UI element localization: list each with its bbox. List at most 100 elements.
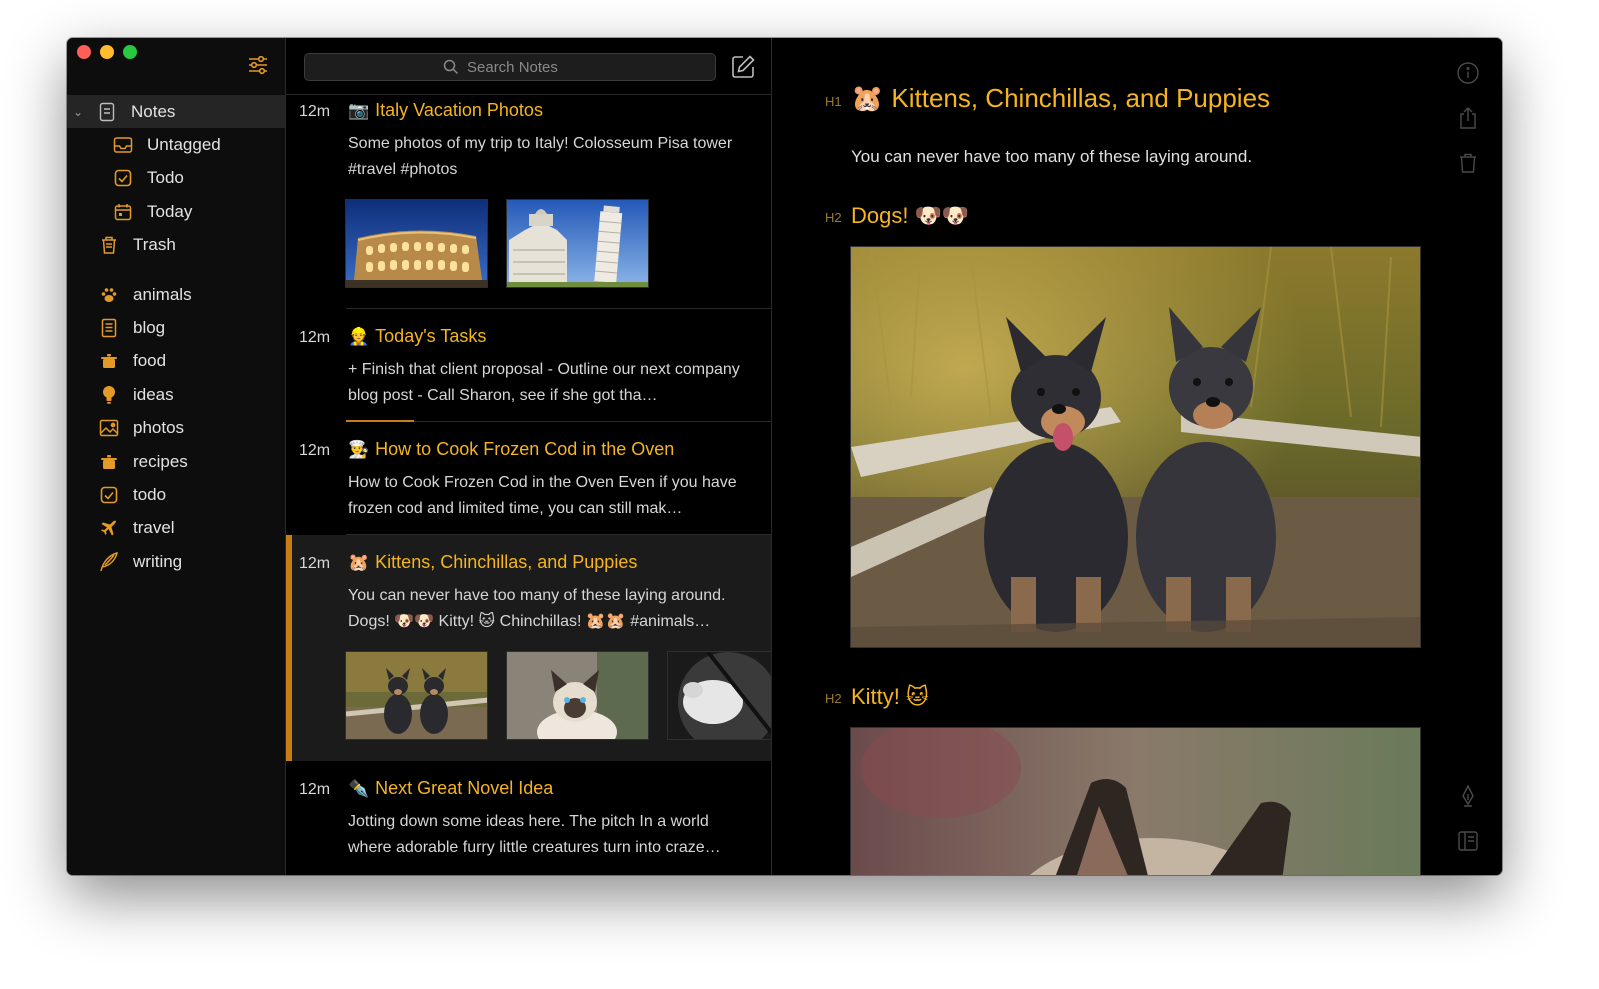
info-icon[interactable] [1456,61,1480,85]
sidebar-item-label: food [133,351,167,371]
sidebar-item-label: animals [133,284,192,304]
sidebar-item-label: Todo [147,168,184,188]
note-title: 🐹 Kittens, Chinchillas, and Puppies [348,552,637,573]
note-heading-text: Kittens, Chinchillas, and Puppies [891,83,1271,113]
sidebar-item-photos[interactable]: photos [67,412,285,445]
note-time: 12m [299,329,331,346]
kitten-photo[interactable] [850,727,1421,875]
note-item-todays-tasks[interactable]: 12m 👷 Today's Tasks + Finish that client… [286,309,771,422]
pen-icon[interactable] [1456,784,1480,808]
sidebar-item-travel[interactable]: travel [67,512,285,545]
search-icon [443,59,459,75]
note-icon [97,102,117,122]
note-item-frozen-cod[interactable]: 12m 👨‍🍳 How to Cook Frozen Cod in the Ov… [286,422,771,535]
note-title: 📷 Italy Vacation Photos [348,100,543,121]
sidebar-list: ⌄ Notes Untagged Todo Today Trash animal… [67,95,285,578]
share-icon[interactable] [1456,106,1480,130]
note-thumbnails [345,199,649,288]
sidebar-item-label: Notes [131,101,176,121]
plane-icon [99,518,119,538]
sidebar-item-notes[interactable]: ⌄ Notes [67,95,285,129]
thumbnail-colosseum[interactable] [345,199,488,288]
search-input[interactable] [467,58,577,76]
close-button[interactable] [77,45,91,59]
heading-marker: H2 [825,210,842,225]
minimize-button[interactable] [100,45,114,59]
pen-emoji: ✒️ [348,778,370,798]
note-editor[interactable]: H1 🐹 Kittens, Chinchillas, and Puppies Y… [772,38,1502,875]
sidebar-item-blog[interactable]: blog [67,311,285,344]
picture-icon [99,418,119,438]
search-bar[interactable] [304,53,716,81]
sidebar-item-label: todo [133,484,167,504]
note-title-text: Italy Vacation Photos [375,100,543,120]
note-list: 12m 📷 Italy Vacation Photos Some photos … [286,38,772,875]
note-paragraph[interactable]: You can never have too many of these lay… [851,147,1252,167]
note-preview: + Finish that client proposal - Outline … [348,361,740,404]
trash-icon [99,235,119,255]
chevron-down-icon[interactable]: ⌄ [73,105,87,119]
sidebar-item-writing[interactable]: writing [67,545,285,578]
note-time: 12m [299,103,331,120]
compose-icon[interactable] [729,53,757,81]
sidebar-item-recipes[interactable]: recipes [67,445,285,478]
sidebar-item-todo[interactable]: Todo [67,162,285,195]
app-window: ⌄ Notes Untagged Todo Today Trash animal… [67,38,1502,875]
dogs-photo[interactable] [850,246,1421,648]
thumbnail-chinchilla[interactable] [667,651,771,740]
hamster-emoji: 🐹 [851,83,884,113]
note-thumbnails [345,651,771,740]
heading-marker: H2 [825,691,842,706]
sidebar-item-untagged[interactable]: Untagged [67,128,285,161]
note-title-text: How to Cook Frozen Cod in the Oven [375,439,675,459]
pot-icon [99,452,119,472]
sidebar-item-food[interactable]: food [67,345,285,378]
note-preview: How to Cook Frozen Cod in the Oven Even … [348,474,737,517]
sliders-icon[interactable] [247,54,269,76]
note-heading-1[interactable]: 🐹 Kittens, Chinchillas, and Puppies [851,83,1270,114]
note-title-text: Today's Tasks [375,326,487,346]
sidebar-item-label: Trash [133,235,176,255]
cook-emoji: 👨‍🍳 [348,439,370,459]
note-title: 👷 Today's Tasks [348,326,486,347]
window-controls [77,45,137,59]
sidebar-item-label: ideas [133,384,174,404]
panel-icon[interactable] [1456,829,1480,853]
sidebar-item-ideas[interactable]: ideas [67,378,285,411]
checkbox-icon [99,485,119,505]
camera-emoji: 📷 [348,100,370,120]
feather-icon [99,551,119,572]
sidebar-item-label: Untagged [147,135,221,155]
sidebar-item-label: blog [133,318,166,338]
note-preview: You can never have too many of these lay… [348,587,726,630]
thumbnail-pisa-tower[interactable] [506,199,649,288]
sidebar-item-todo-tag[interactable]: todo [67,478,285,511]
thumbnail-dogs[interactable] [345,651,488,740]
sidebar-item-animals[interactable]: animals [67,278,285,311]
trash-icon[interactable] [1456,151,1480,175]
note-heading-text: Dogs! [851,203,909,228]
sidebar-item-trash[interactable]: Trash [67,229,285,262]
note-heading-2-dogs[interactable]: Dogs! 🐶🐶 [851,203,969,229]
sidebar-item-label: writing [133,551,183,571]
note-preview: Some photos of my trip to Italy! Colosse… [348,135,733,178]
note-item-kittens[interactable]: 12m 🐹 Kittens, Chinchillas, and Puppies … [286,535,771,761]
note-time: 12m [299,781,331,798]
calendar-icon [113,202,133,222]
note-item-novel-idea[interactable]: 12m ✒️ Next Great Novel Idea Jotting dow… [286,761,771,875]
note-title-text: Kittens, Chinchillas, and Puppies [375,552,638,572]
sidebar-item-label: travel [133,518,175,538]
zoom-button[interactable] [123,45,137,59]
sidebar: ⌄ Notes Untagged Todo Today Trash animal… [67,38,286,875]
note-heading-text: Kitty! [851,684,900,709]
note-title: 👨‍🍳 How to Cook Frozen Cod in the Oven [348,439,674,460]
checkbox-icon [113,168,133,188]
sidebar-item-today[interactable]: Today [67,195,285,228]
thumbnail-kitten[interactable] [506,651,649,740]
note-time: 12m [299,442,331,459]
sidebar-item-label: photos [133,418,185,438]
note-heading-2-kitty[interactable]: Kitty! 🐱 [851,684,929,710]
note-item-italy[interactable]: 12m 📷 Italy Vacation Photos Some photos … [286,95,771,309]
pot-icon [99,351,119,371]
inbox-icon [113,135,133,155]
